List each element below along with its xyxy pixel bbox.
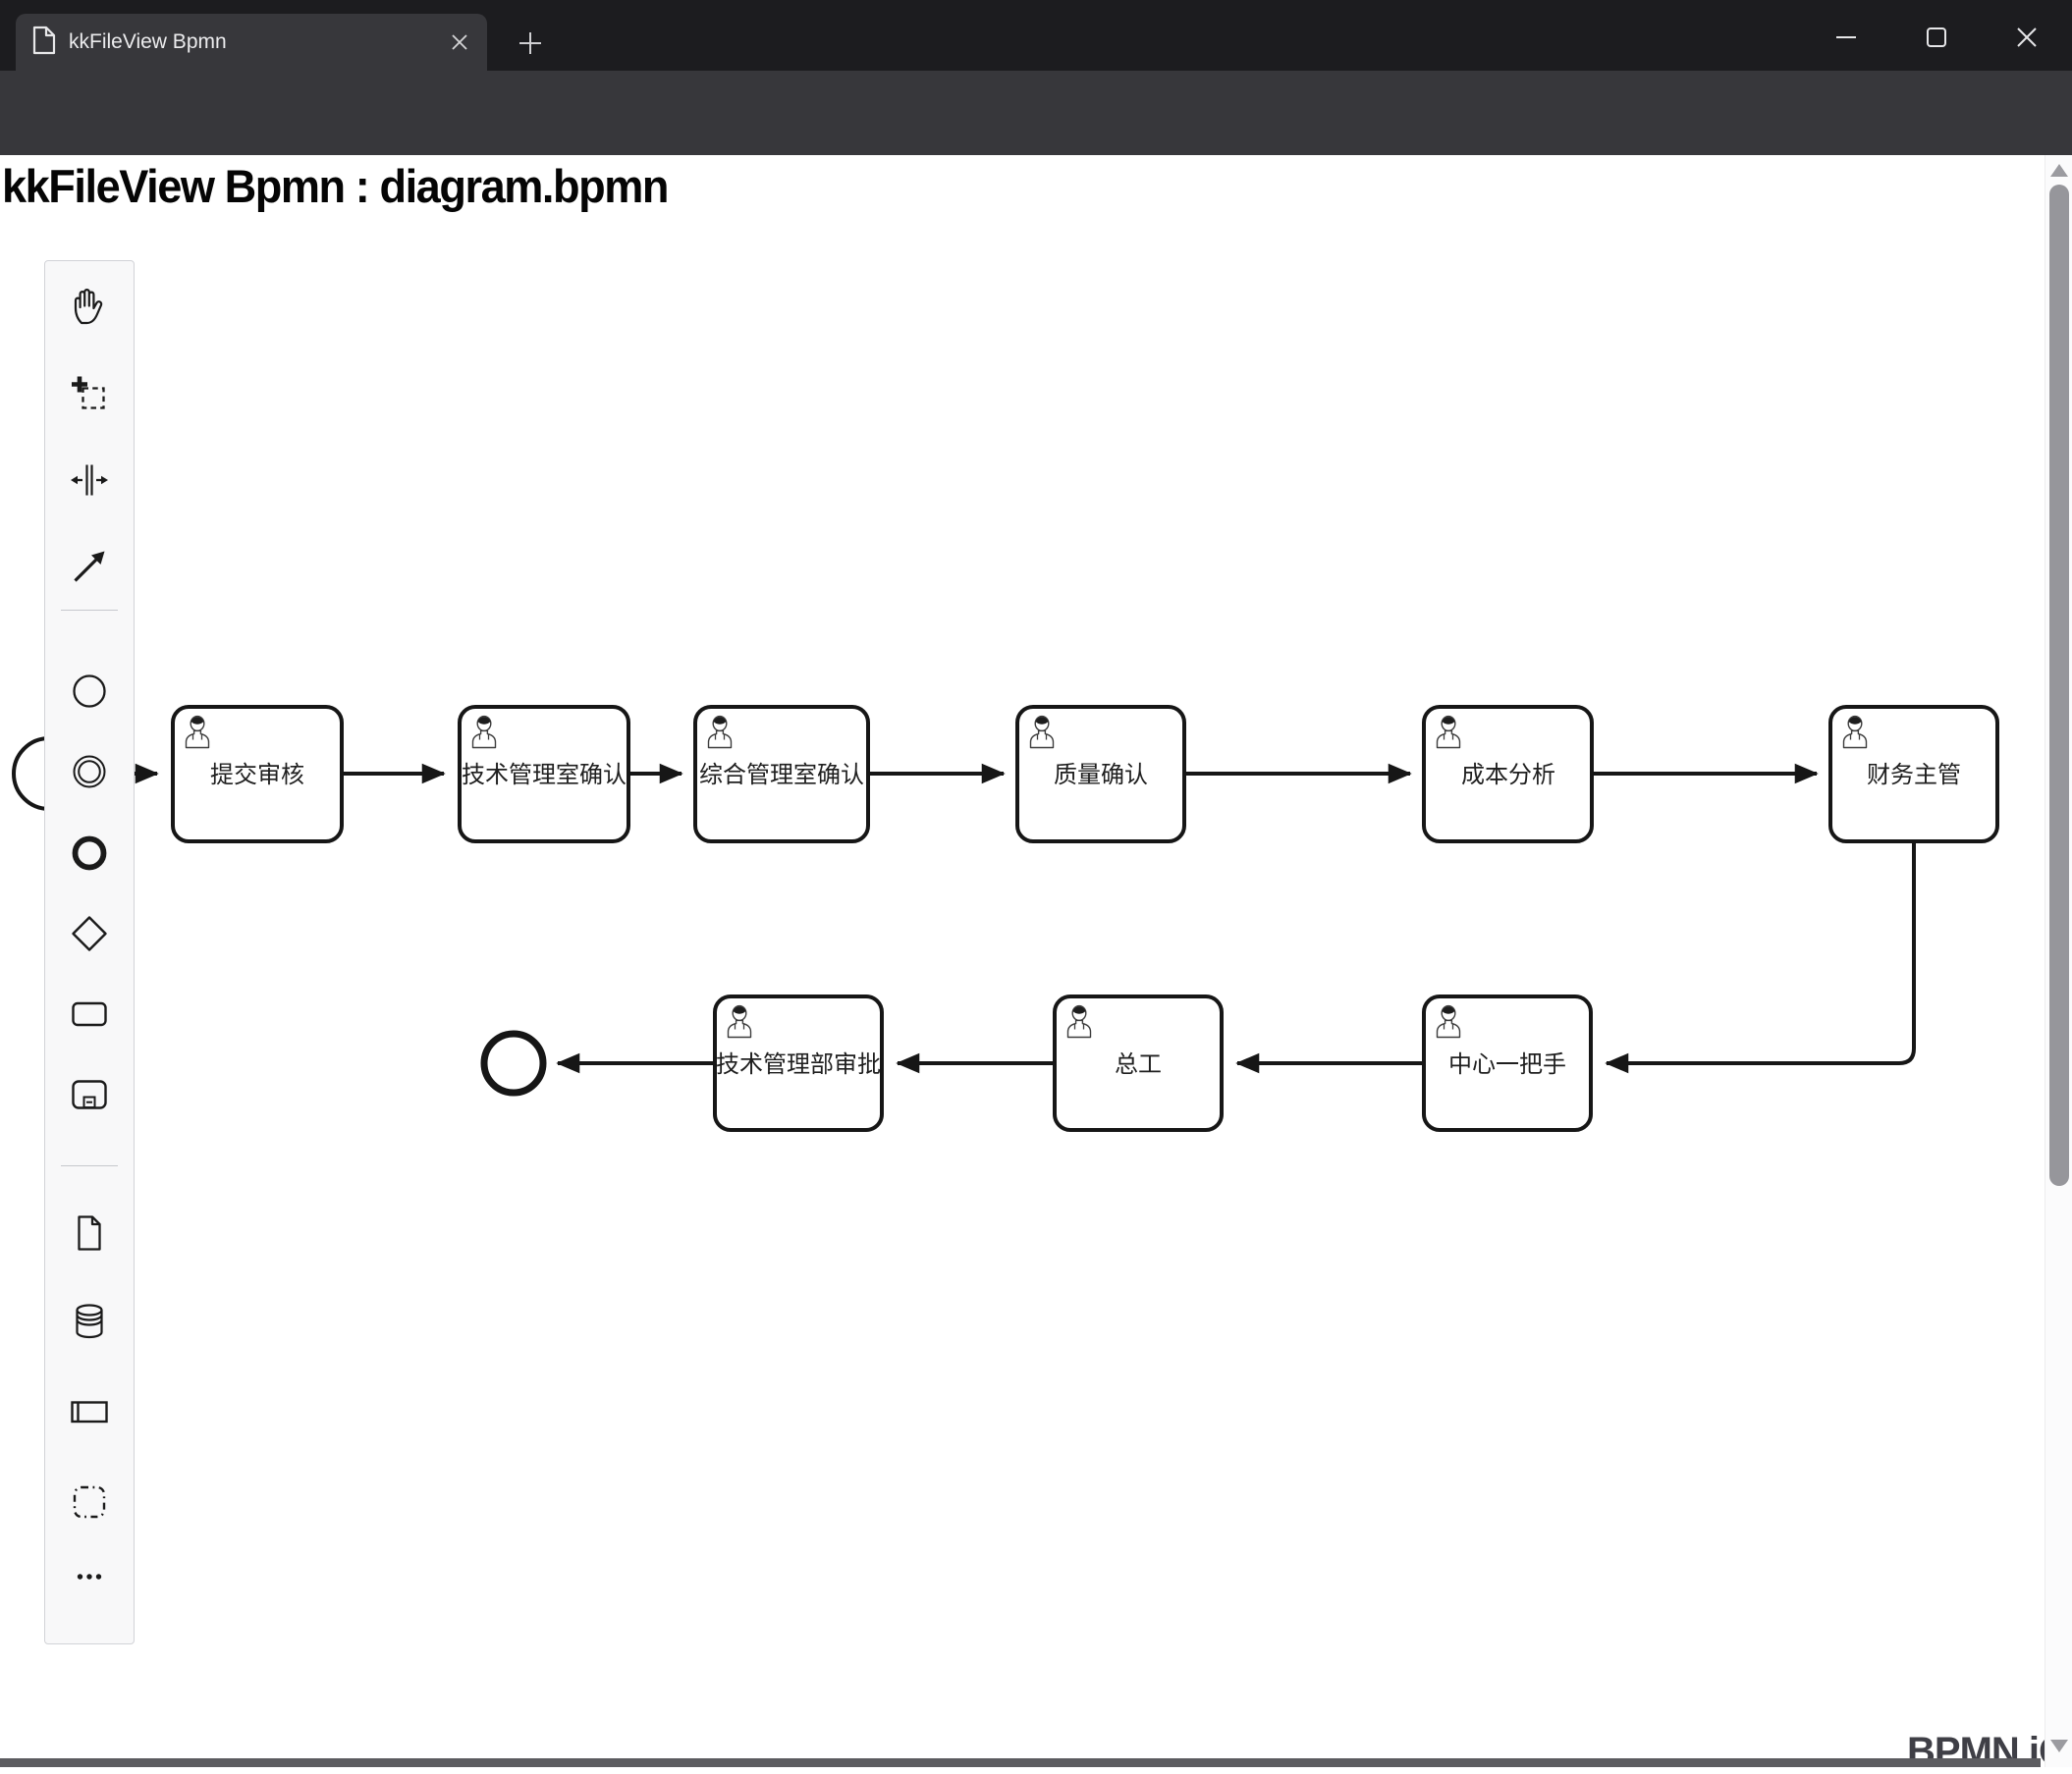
horizontal-scrollbar-thumb[interactable] [0, 1758, 2041, 1767]
task-label: 总工 [1115, 1051, 1162, 1078]
create-start-event-icon[interactable] [67, 669, 112, 714]
vertical-scrollbar-thumb[interactable] [2049, 185, 2069, 1186]
scroll-down-icon[interactable] [2050, 1740, 2068, 1752]
palette-more-icon[interactable] [67, 1554, 112, 1599]
task-label: 综合管理室确认 [699, 762, 864, 788]
create-data-object-icon[interactable] [67, 1210, 112, 1256]
create-end-event-icon[interactable] [67, 831, 112, 876]
create-group-icon[interactable] [67, 1479, 112, 1525]
new-tab-button[interactable] [511, 26, 550, 61]
end-event[interactable] [480, 1030, 547, 1097]
scroll-up-icon[interactable] [2050, 164, 2068, 177]
task-label: 质量确认 [1054, 762, 1148, 788]
task-label: 成本分析 [1461, 762, 1555, 788]
user-task[interactable]: 技术管理室确认 [458, 705, 630, 843]
tab-close-icon[interactable] [442, 25, 477, 60]
create-data-store-icon[interactable] [67, 1299, 112, 1344]
user-task[interactable]: 提交审核 [171, 705, 344, 843]
global-connect-tool-icon[interactable] [67, 544, 112, 589]
bpmn-canvas[interactable]: 提交审核 技术管理室确认 综合管理室确认 质量确认 成本分析 财务主管 中心一把… [0, 155, 2072, 1767]
bpmn-palette [44, 260, 135, 1644]
page-document-icon [31, 26, 57, 60]
tab-strip: kkFileView Bpmn [0, 0, 2072, 71]
lasso-tool-icon[interactable] [67, 371, 112, 416]
create-subprocess-icon[interactable] [67, 1072, 112, 1117]
create-intermediate-event-icon[interactable] [67, 749, 112, 794]
space-tool-icon[interactable] [67, 457, 112, 503]
task-label: 技术管理室确认 [462, 762, 627, 788]
page-title: kkFileView Bpmn : diagram.bpmn [2, 160, 669, 212]
palette-separator [61, 1165, 118, 1166]
window-minimize-button[interactable] [1819, 16, 1874, 59]
task-label: 技术管理部审批 [716, 1051, 881, 1078]
task-label: 财务主管 [1867, 762, 1961, 788]
user-task[interactable]: 综合管理室确认 [693, 705, 870, 843]
create-task-icon[interactable] [67, 992, 112, 1037]
user-task[interactable]: 财务主管 [1828, 705, 1999, 843]
hand-tool-icon[interactable] [67, 283, 112, 328]
browser-chrome: kkFileView Bpmn [0, 0, 2072, 210]
vertical-scrollbar[interactable] [2045, 155, 2072, 1767]
task-label: 提交审核 [210, 762, 304, 788]
preview-page: 提交审核 技术管理室确认 综合管理室确认 质量确认 成本分析 财务主管 中心一把… [0, 155, 2072, 1773]
user-task[interactable]: 中心一把手 [1422, 995, 1593, 1132]
window-maximize-button[interactable] [1909, 16, 1964, 59]
tab-title: kkFileView Bpmn [69, 30, 227, 53]
task-label: 中心一把手 [1448, 1051, 1566, 1078]
palette-separator [61, 610, 118, 611]
create-participant-icon[interactable] [67, 1389, 112, 1434]
browser-tab[interactable]: kkFileView Bpmn [16, 14, 487, 71]
browser-toolbar: https://file.kkview.cn/onlinePreview?url… [0, 71, 2072, 210]
create-gateway-icon[interactable] [67, 911, 112, 956]
user-task[interactable]: 质量确认 [1015, 705, 1186, 843]
user-task[interactable]: 总工 [1053, 995, 1224, 1132]
sequence-flow[interactable] [1605, 841, 1916, 1074]
user-task[interactable]: 成本分析 [1422, 705, 1594, 843]
user-task[interactable]: 技术管理部审批 [713, 995, 884, 1132]
window-close-button[interactable] [1999, 16, 2054, 59]
